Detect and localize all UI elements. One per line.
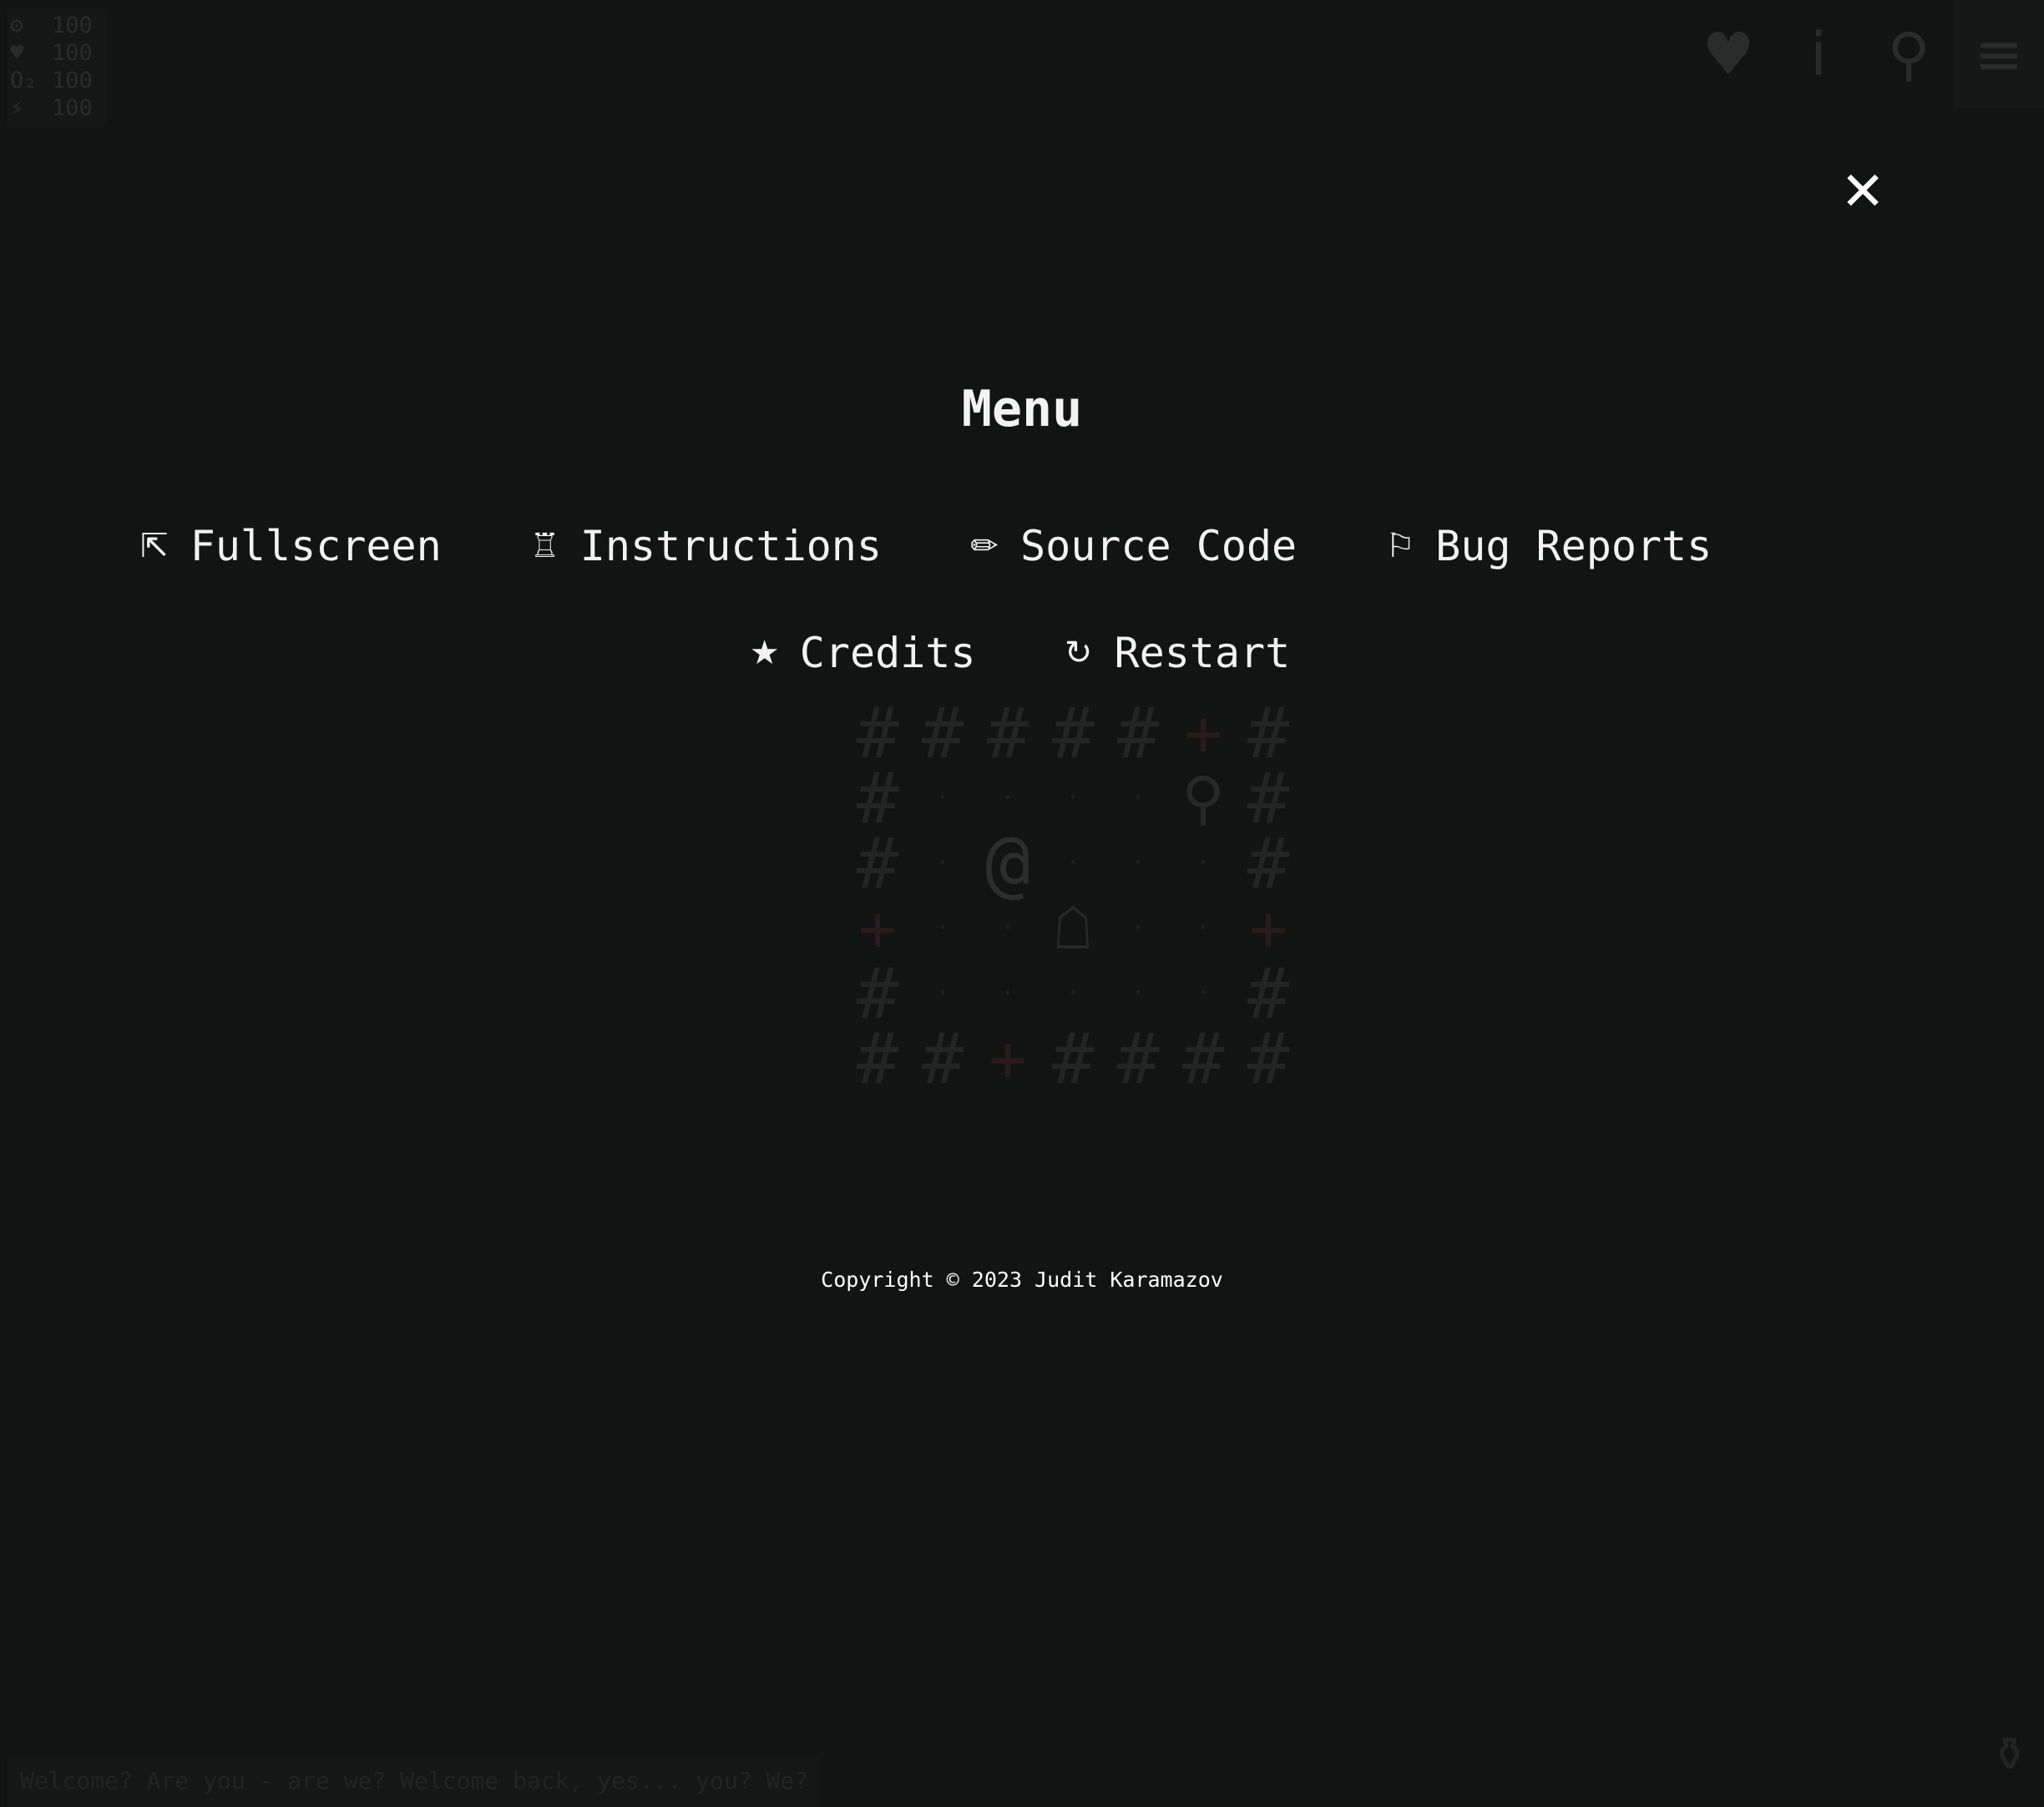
wall-tile: # xyxy=(856,692,899,774)
floor-tile: · xyxy=(999,914,1016,943)
wall-tile: # xyxy=(1247,692,1290,774)
floor-tile: · xyxy=(934,783,951,812)
floor-tile: · xyxy=(1130,848,1146,878)
heart-icon: ♥ xyxy=(1702,20,1755,89)
wall-tile: # xyxy=(1247,1018,1290,1100)
map-row: # · · · · ⚲ # xyxy=(845,757,1313,839)
wall-tile: # xyxy=(856,953,899,1035)
message-log: Welcome? Are you - are we? Welcome back,… xyxy=(7,1755,823,1807)
urn-icon[interactable]: ⚱ xyxy=(1990,1728,2029,1782)
menu-button[interactable]: ≡ xyxy=(1954,0,2044,109)
stat-row-energy: ⚡ 100 xyxy=(10,94,104,122)
wall-tile: # xyxy=(986,692,1030,774)
wall-tile: # xyxy=(856,823,899,904)
wall-tile: # xyxy=(1247,823,1290,904)
map-row: # · @ · · · # xyxy=(845,819,1313,907)
map-row: # # + # # # # xyxy=(845,1018,1313,1100)
map-row: + · · ☖ · · + xyxy=(845,891,1313,965)
gear-icon: ⚙ xyxy=(10,13,24,38)
fullscreen-label: Fullscreen xyxy=(190,522,442,570)
stat-value: 100 xyxy=(52,13,93,38)
tombstone-tile: ☖ xyxy=(1055,894,1091,963)
top-toolbar: ♥ i ⚲ ≡ xyxy=(1683,0,2044,109)
stat-value: 100 xyxy=(52,68,93,94)
menu-title: Menu xyxy=(961,380,1083,438)
restart-button[interactable]: ↻ Restart xyxy=(1064,629,1291,677)
info-button[interactable]: i xyxy=(1773,0,1864,109)
health-button[interactable]: ♥ xyxy=(1683,0,1773,109)
bug-reports-label: Bug Reports xyxy=(1435,522,1713,570)
wall-tile: # xyxy=(921,692,964,774)
flag-icon: ⚐ xyxy=(1385,527,1415,565)
wall-tile: # xyxy=(856,757,899,839)
energy-icon: ⚡ xyxy=(10,95,24,121)
stat-value: 100 xyxy=(52,40,93,66)
stats-panel: ⚙ 100 ♥ 100 O₂ 100 ⚡ 100 xyxy=(7,8,107,127)
close-icon: ✕ xyxy=(1840,161,1885,223)
stat-row-health: ♥ 100 xyxy=(10,39,104,67)
game-map: # # # # # + # # · · · · ⚲ # # · @ · · · # + · · ☖ · · + # · · · · · # # # + # #… xyxy=(845,692,1313,1100)
game-screen: ⚙ 100 ♥ 100 O₂ 100 ⚡ 100 ♥ i ⚲ ≡ # # # # # + # xyxy=(0,0,2044,1807)
floor-tile: · xyxy=(1130,914,1146,943)
menu-options: ⇱ Fullscreen ♖ Instructions ✏ Source Cod… xyxy=(0,493,2044,706)
stat-row-oxygen: O₂ 100 xyxy=(10,67,104,94)
door-tile: + xyxy=(1249,891,1288,965)
credits-button[interactable]: ★ Credits xyxy=(750,629,976,677)
source-code-button[interactable]: ✏ Source Code xyxy=(970,522,1297,570)
source-code-label: Source Code xyxy=(1019,522,1298,570)
wall-tile: # xyxy=(1181,1018,1225,1100)
credits-label: Credits xyxy=(799,629,976,677)
search-button[interactable]: ⚲ xyxy=(1864,0,1954,109)
info-icon: i xyxy=(1810,20,1827,89)
copyright-notice: Copyright © 2023 Judit Karamazov xyxy=(821,1268,1223,1292)
fullscreen-button[interactable]: ⇱ Fullscreen xyxy=(140,522,442,570)
floor-tile: · xyxy=(934,848,951,878)
floor-tile: · xyxy=(1195,914,1212,943)
player-character: @ xyxy=(984,819,1031,907)
rook-icon: ♖ xyxy=(529,527,560,565)
wall-tile: # xyxy=(1247,757,1290,839)
floor-tile: · xyxy=(1130,783,1146,812)
instructions-label: Instructions xyxy=(579,522,882,570)
wall-tile: # xyxy=(1051,1018,1095,1100)
floor-tile: · xyxy=(1065,979,1081,1008)
floor-tile: · xyxy=(1065,783,1081,812)
restart-label: Restart xyxy=(1114,629,1291,677)
floor-tile: · xyxy=(934,979,951,1008)
hamburger-icon: ≡ xyxy=(1974,20,2024,89)
close-menu-button[interactable]: ✕ xyxy=(1834,159,1892,225)
floor-tile: · xyxy=(1195,979,1212,1008)
pencil-icon: ✏ xyxy=(970,527,999,565)
stat-row-gear: ⚙ 100 xyxy=(10,12,104,39)
stat-value: 100 xyxy=(52,95,93,121)
floor-tile: · xyxy=(1065,848,1081,878)
floor-tile: · xyxy=(1195,848,1212,878)
floor-tile: · xyxy=(1130,979,1146,1008)
door-tile: + xyxy=(989,1021,1027,1096)
heart-icon: ♥ xyxy=(10,40,24,66)
floor-tile: · xyxy=(934,914,951,943)
door-tile: + xyxy=(1184,696,1222,770)
wall-tile: # xyxy=(1051,692,1095,774)
wall-tile: # xyxy=(921,1018,964,1100)
wall-tile: # xyxy=(1116,692,1160,774)
instructions-button[interactable]: ♖ Instructions xyxy=(530,522,882,570)
oxygen-icon: O₂ xyxy=(10,68,38,94)
wall-tile: # xyxy=(856,1018,899,1100)
map-row: # · · · · · # xyxy=(845,953,1313,1035)
menu-row: ★ Credits ↻ Restart xyxy=(0,600,2044,706)
floor-tile: · xyxy=(999,979,1016,1008)
search-icon: ⚲ xyxy=(1887,20,1930,89)
restart-icon: ↻ xyxy=(1064,634,1093,672)
wall-tile: # xyxy=(1247,953,1290,1035)
wall-tile: # xyxy=(1116,1018,1160,1100)
fullscreen-icon: ⇱ xyxy=(139,527,169,565)
door-tile: + xyxy=(858,891,897,965)
menu-row: ⇱ Fullscreen ♖ Instructions ✏ Source Cod… xyxy=(0,493,2044,600)
bug-reports-button[interactable]: ⚐ Bug Reports xyxy=(1385,522,1712,570)
map-row: # # # # # + # xyxy=(845,692,1313,774)
key-item: ⚲ xyxy=(1181,764,1225,833)
star-icon: ★ xyxy=(749,634,780,672)
